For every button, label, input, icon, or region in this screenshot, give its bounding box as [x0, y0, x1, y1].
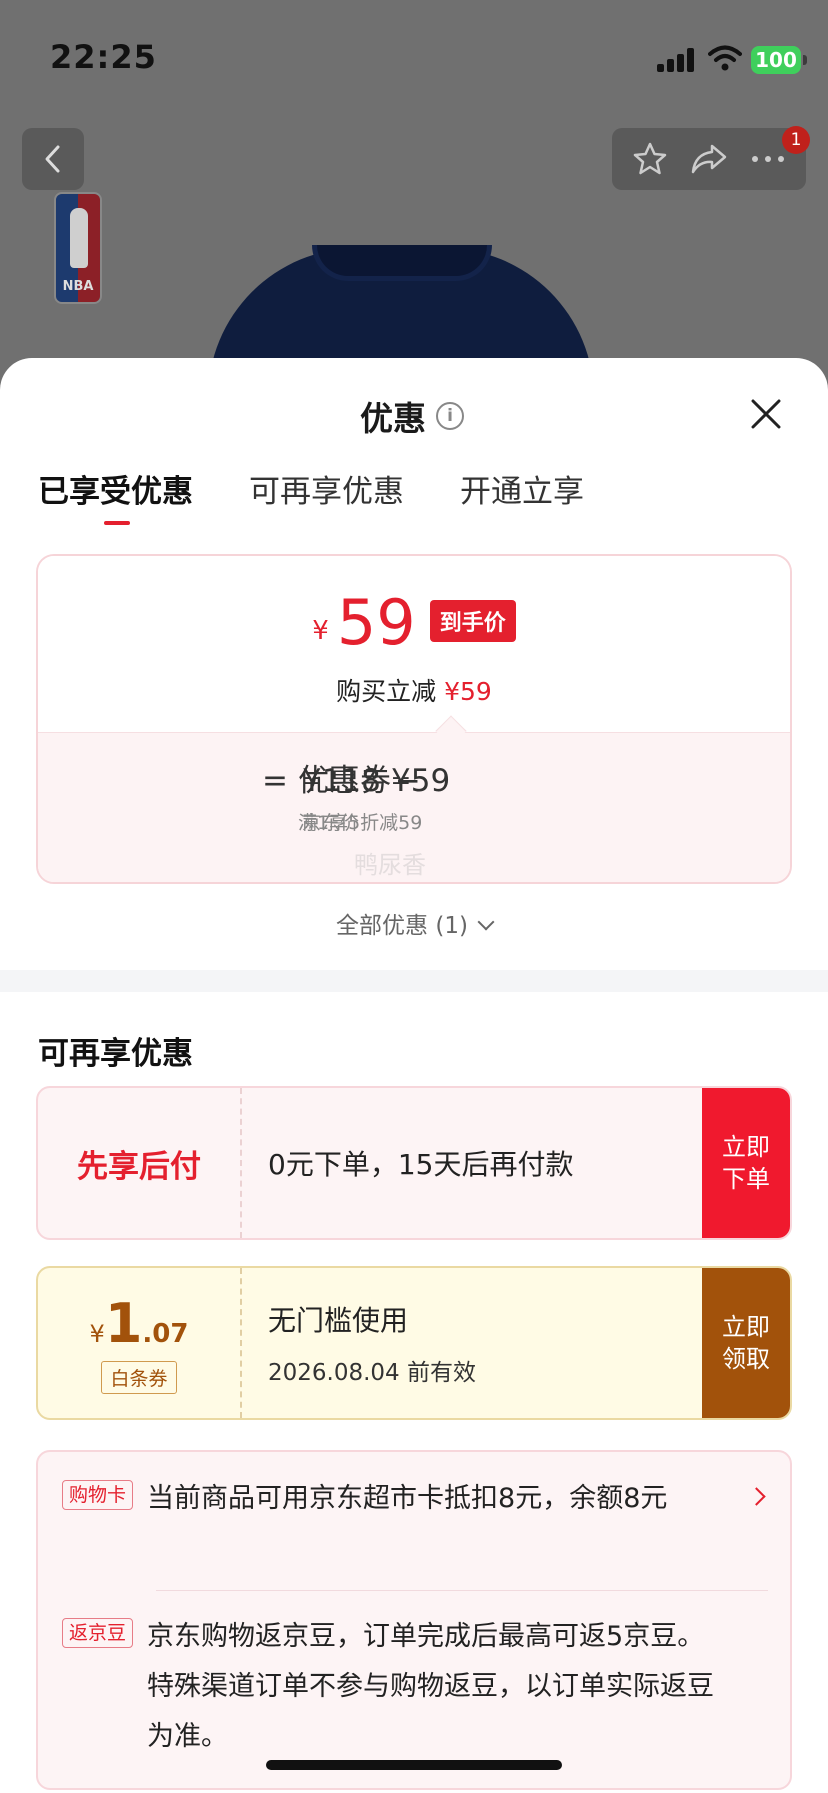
notification-badge: 1	[782, 126, 810, 154]
price-currency: ¥	[312, 616, 329, 646]
cellular-signal-icon	[657, 48, 697, 72]
chevron-down-icon	[477, 913, 495, 931]
product-page-background: 22:25 100 1 NBA	[0, 0, 828, 420]
tab-more-available[interactable]: 可再享优惠	[249, 466, 404, 525]
status-bar: 22:25 100	[0, 0, 828, 110]
more-dots-icon	[752, 156, 785, 162]
product-image-collar	[312, 245, 492, 281]
order-now-button[interactable]: 立即下单	[702, 1088, 790, 1238]
benefit-info-box: 购物卡 当前商品可用京东超市卡抵扣8元，余额8元 返京豆 京东购物返京豆，订单完…	[36, 1450, 792, 1790]
price-card: ¥ 59 到手价 购买立减 ¥59 = ¥118 京东价 − 优惠券¥59 满1…	[36, 554, 792, 884]
final-price: 59	[336, 586, 416, 659]
back-button[interactable]	[22, 128, 84, 190]
share-icon	[691, 144, 727, 174]
baitiao-amount: ¥ 1 .07	[89, 1292, 189, 1355]
shopping-card-tag: 购物卡	[62, 1480, 134, 1510]
home-indicator	[266, 1760, 562, 1770]
price-breakdown: = ¥118 京东价 − 优惠券¥59 满1享5折减59 鸭尿香	[38, 732, 790, 882]
jd-beans-tag: 返京豆	[62, 1618, 134, 1648]
baitiao-desc: 无门槛使用	[268, 1304, 409, 1337]
section-divider	[0, 970, 828, 992]
discount-sheet: 优惠 i 已享受优惠 可再享优惠 开通立享 ¥ 59 到手价 购买立减 ¥59	[0, 358, 828, 1793]
baitiao-coupon: ¥ 1 .07 白条券 无门槛使用 2026.08.04 前有效 立即领取	[36, 1266, 792, 1420]
sheet-header: 优惠 i	[0, 358, 828, 468]
discount-tabs: 已享受优惠 可再享优惠 开通立享	[38, 466, 584, 525]
battery-indicator: 100	[751, 46, 807, 74]
chevron-left-icon	[45, 145, 60, 173]
sheet-title: 优惠	[360, 399, 426, 438]
close-icon[interactable]	[748, 396, 784, 432]
wifi-icon	[708, 45, 742, 71]
star-icon	[633, 142, 666, 175]
pay-later-offer: 先享后付 0元下单，15天后再付款 立即下单	[36, 1086, 792, 1240]
final-price-badge: 到手价	[429, 600, 516, 642]
tab-activate[interactable]: 开通立享	[460, 466, 584, 525]
all-discounts-toggle[interactable]: 全部优惠 (1)	[0, 906, 828, 940]
top-actions-group	[612, 128, 806, 190]
shopping-card-text: 当前商品可用京东超市卡抵扣8元，余额8元	[147, 1483, 668, 1514]
active-tab-indicator	[104, 521, 130, 525]
jd-beans-text: 京东购物返京豆，订单完成后最高可返5京豆。特殊渠道订单不参与购物返豆，以订单实际…	[147, 1621, 715, 1752]
status-time: 22:25	[50, 38, 157, 76]
favorite-button[interactable]	[628, 137, 672, 181]
section-title: 可再享优惠	[38, 1036, 193, 1072]
tab-enjoyed[interactable]: 已享受优惠	[38, 466, 193, 525]
pay-later-desc: 0元下单，15天后再付款	[268, 1148, 574, 1181]
pay-later-label: 先享后付	[77, 1148, 201, 1185]
info-divider	[156, 1590, 768, 1591]
baitiao-validity: 2026.08.04 前有效	[268, 1360, 476, 1386]
share-button[interactable]	[687, 137, 731, 181]
watermark: 鸭尿香	[354, 851, 426, 879]
nba-logo: NBA	[54, 192, 102, 304]
shopping-card-info[interactable]: 购物卡 当前商品可用京东超市卡抵扣8元，余额8元	[62, 1474, 762, 1524]
jd-beans-info: 返京豆 京东购物返京豆，订单完成后最高可返5京豆。特殊渠道订单不参与购物返豆，以…	[62, 1612, 762, 1762]
equals-sign: =	[262, 763, 288, 799]
baitiao-tag: 白条券	[101, 1361, 177, 1394]
info-icon[interactable]: i	[436, 402, 464, 430]
claim-now-button[interactable]: 立即领取	[702, 1268, 790, 1418]
instant-reduction: 购买立减 ¥59	[336, 677, 492, 706]
